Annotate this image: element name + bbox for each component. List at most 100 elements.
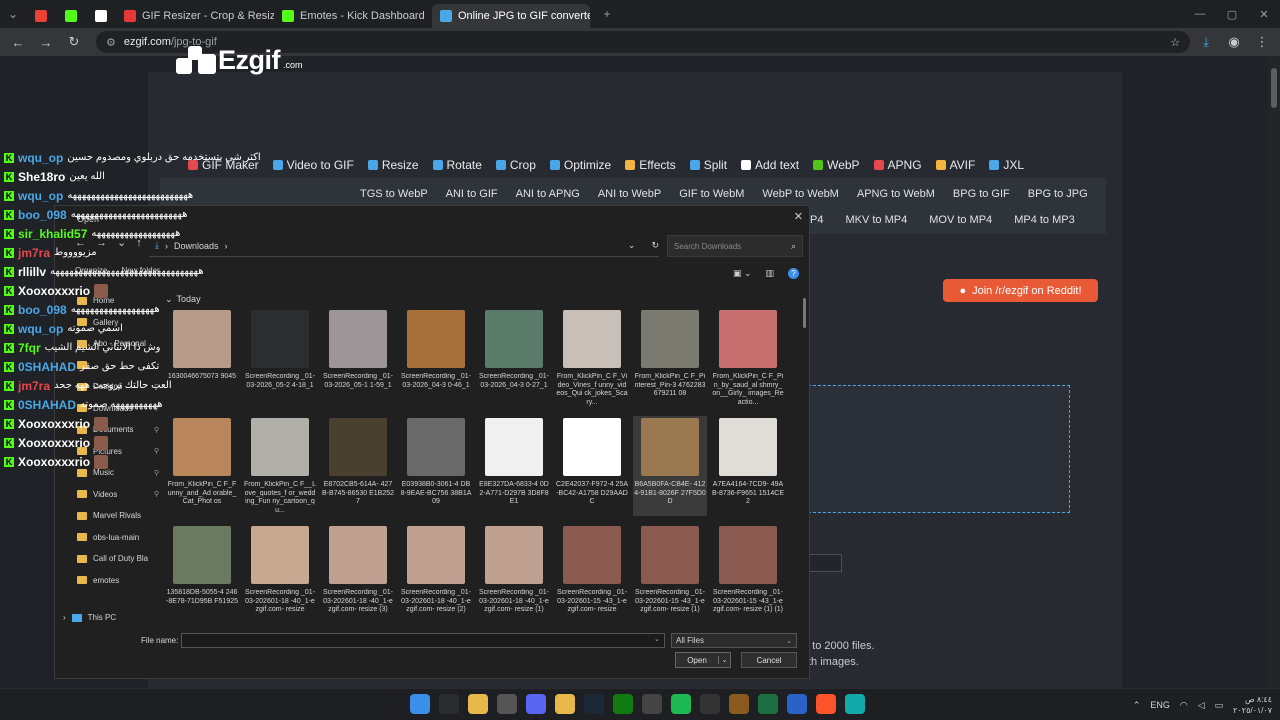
chat-username[interactable]: 0SHAHAD <box>18 398 76 412</box>
subnav-link[interactable]: ANI to GIF <box>446 188 498 200</box>
subnav-link[interactable]: TGS to WebP <box>360 188 428 200</box>
file-item[interactable]: From_KlickPin_C F_Video_Vines_f unny_vid… <box>555 308 629 408</box>
file-item[interactable]: A7EA4164-7CD9- 49AB-8736-F9651 1514CE2 <box>711 416 785 516</box>
browser-tab[interactable] <box>26 4 56 28</box>
maximize-icon[interactable]: ▢ <box>1216 0 1248 28</box>
nav-effects[interactable]: Effects <box>625 158 676 172</box>
view-options-icon[interactable]: ▣ ⌄ <box>733 268 752 279</box>
xbox-icon[interactable] <box>613 694 633 714</box>
subnav-link[interactable]: P4 <box>810 214 823 226</box>
file-item[interactable]: ScreenRecording _01-03-202601-18 -40_1-e… <box>477 524 551 624</box>
close-window-icon[interactable]: ✕ <box>1248 0 1280 28</box>
steam-icon[interactable] <box>584 694 604 714</box>
nav-split[interactable]: Split <box>689 158 727 172</box>
subnav-link[interactable]: MOV to MP4 <box>929 214 992 226</box>
menu-icon[interactable]: ⋮ <box>1250 30 1274 54</box>
file-item[interactable]: ScreenRecording _01-03-202601-15 -43_1-e… <box>555 524 629 624</box>
subnav-link[interactable]: ANI to WebP <box>598 188 661 200</box>
clock[interactable]: ٨:٤٤ ص ٢٠٢٥/٠١/٠٧ <box>1233 694 1272 716</box>
nav-this-pc[interactable]: › This PC <box>63 613 116 622</box>
reddit-button[interactable]: ● Join /r/ezgif on Reddit! <box>943 279 1098 302</box>
nav-webp[interactable]: WebP <box>813 158 860 172</box>
chat-username[interactable]: jm7ra <box>18 379 50 393</box>
files-icon[interactable] <box>468 694 488 714</box>
nav-item-marvel-rivals[interactable]: Marvel Rivals <box>63 505 159 527</box>
nav-item-call-of-duty-bla[interactable]: Call of Duty Bla <box>63 548 159 570</box>
chat-username[interactable]: wqu_op <box>18 189 63 203</box>
spotify-icon[interactable] <box>671 694 691 714</box>
file-type-select[interactable]: All Files ⌄ <box>671 633 797 648</box>
chat-username[interactable]: Xooxoxxxrio <box>18 436 90 450</box>
browser-tab[interactable]: GIF Resizer - Crop & Resize Ani✕ <box>116 4 274 28</box>
nav-optimize[interactable]: Optimize <box>549 158 611 172</box>
ezgif-logo[interactable]: Ezgif .com <box>176 44 303 76</box>
subnav-link[interactable]: GIF to WebM <box>679 188 744 200</box>
chat-username[interactable]: rllillv <box>18 265 46 279</box>
page-scrollbar[interactable] <box>1268 56 1280 688</box>
file-item[interactable]: ScreenRecording _01-03-202601-18 -40_1-e… <box>399 524 473 624</box>
nav-item-obs-lua-main[interactable]: obs-lua-main <box>63 527 159 549</box>
browser-tab[interactable] <box>56 4 86 28</box>
subnav-link[interactable]: APNG to WebM <box>857 188 935 200</box>
file-item[interactable]: ScreenRecording _01-03-2026_04-3 0-46_1 <box>399 308 473 408</box>
reload-icon[interactable]: ↻ <box>62 30 86 54</box>
preview-pane-icon[interactable]: ▥ <box>765 268 774 279</box>
subnav-link[interactable]: BPG to JPG <box>1028 188 1088 200</box>
site-info-icon[interactable]: ⚙ <box>106 36 116 49</box>
chat-username[interactable]: boo_098 <box>18 303 67 317</box>
file-item[interactable]: B6A5B0FA-CB4E- 4124-91B1-8026F 27F5D0D <box>633 416 707 516</box>
chat-username[interactable]: 7fqr <box>18 341 41 355</box>
subnav-link[interactable]: BPG to GIF <box>953 188 1010 200</box>
file-item[interactable]: 135818DB-5055-4 246-8E78-71D95B F51925 <box>165 524 239 624</box>
file-name-input[interactable]: ⌄ <box>181 633 665 648</box>
chat-username[interactable]: 0SHAHAD <box>18 360 76 374</box>
brave-icon[interactable] <box>816 694 836 714</box>
browser-tab[interactable] <box>86 4 116 28</box>
url-input[interactable] <box>808 554 842 572</box>
chat-username[interactable]: Xooxoxxxrio <box>18 284 90 298</box>
nav-rotate[interactable]: Rotate <box>432 158 482 172</box>
subnav-link[interactable]: WebP to WebM <box>762 188 838 200</box>
file-item[interactable]: ScreenRecording _01-03-2026_05-1 1-59_1 <box>321 308 395 408</box>
subnav-link[interactable]: MP4 to MP3 <box>1014 214 1075 226</box>
chat-username[interactable]: boo_098 <box>18 208 67 222</box>
new-tab-button[interactable]: + <box>594 0 620 28</box>
subnav-link[interactable]: ANI to APNG <box>516 188 580 200</box>
mail-icon[interactable] <box>787 694 807 714</box>
nav-add-text[interactable]: Add text <box>741 158 799 172</box>
search-icon[interactable] <box>439 694 459 714</box>
address-dropdown-icon[interactable]: ⌄ <box>628 240 636 251</box>
excel-icon[interactable] <box>758 694 778 714</box>
minimize-icon[interactable]: — <box>1184 0 1216 28</box>
file-item[interactable]: E8E327DA-6833-4 0D2-A771-D297B 3D8F8E1 <box>477 416 551 516</box>
nav-item-emotes[interactable]: emotes <box>63 570 159 592</box>
dialog-search-input[interactable]: Search Downloads ⌕ <box>667 235 803 257</box>
battery-icon[interactable]: ▭ <box>1215 700 1224 711</box>
cancel-button[interactable]: Cancel <box>741 652 797 668</box>
chat-username[interactable]: wqu_op <box>18 151 63 165</box>
app-icon[interactable] <box>642 694 662 714</box>
volume-icon[interactable]: ◁ <box>1198 700 1205 711</box>
chat-username[interactable]: She18ro <box>18 170 65 184</box>
file-item[interactable]: ScreenRecording _01-03-202601-18 -40_1-e… <box>321 524 395 624</box>
settings-icon[interactable] <box>497 694 517 714</box>
download-icon[interactable]: ⤓ <box>1194 30 1218 54</box>
help-icon[interactable]: ? <box>788 268 799 279</box>
file-item[interactable]: From_KlickPin_C F_Pin_by_saud_al shmry_o… <box>711 308 785 408</box>
nav-video-to-gif[interactable]: Video to GIF <box>272 158 354 172</box>
file-item[interactable]: C2E42037-F972-4 25A-BC42-A1758 D29AADC <box>555 416 629 516</box>
chat-username[interactable]: jm7ra <box>18 246 50 260</box>
file-item[interactable]: ScreenRecording _01-03-202601-18 -40_1-e… <box>243 524 317 624</box>
upload-dropzone[interactable] <box>808 385 1070 513</box>
tab-search-icon[interactable]: ⌄ <box>0 0 26 28</box>
file-item[interactable]: ScreenRecording _01-03-202601-15 -43_1-e… <box>711 524 785 624</box>
file-item[interactable]: E8702CB5-614A- 427B-B745-86530 E1B2527 <box>321 416 395 516</box>
browser-tab[interactable]: Online JPG to GIF converter✕ <box>432 4 590 28</box>
language-indicator[interactable]: ENG <box>1150 700 1170 710</box>
profile-icon[interactable]: ◉ <box>1222 30 1246 54</box>
file-list-scrollbar[interactable] <box>803 290 807 620</box>
tray-chevron-icon[interactable]: ⌃ <box>1133 700 1141 711</box>
chat-username[interactable]: Xooxoxxxrio <box>18 417 90 431</box>
nav-resize[interactable]: Resize <box>367 158 419 172</box>
chat-username[interactable]: sir_khalid57 <box>18 227 87 241</box>
